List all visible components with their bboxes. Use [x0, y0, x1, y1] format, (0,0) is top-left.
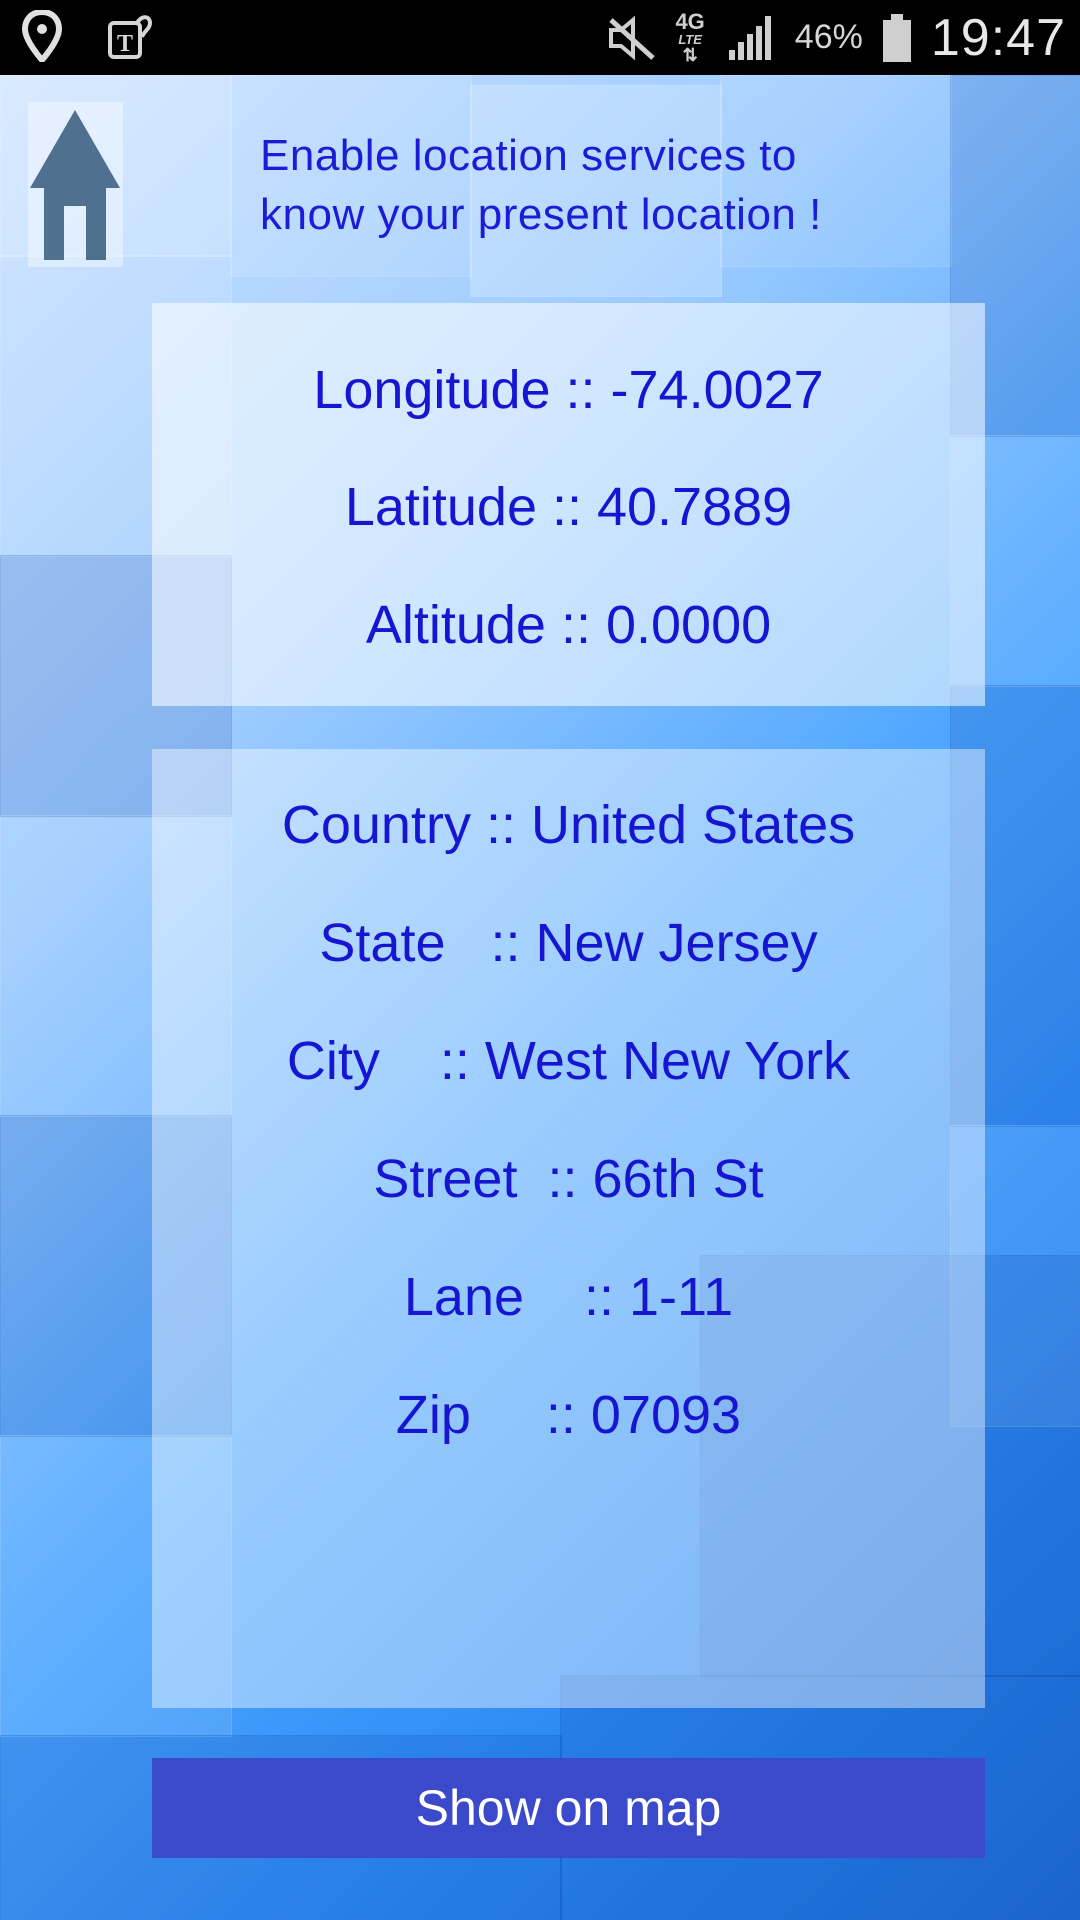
home-button[interactable]: [28, 102, 123, 267]
location-services-message: Enable location services to know your pr…: [260, 126, 960, 244]
coordinates-panel: Longitude :: -74.0027 Latitude :: 40.788…: [152, 303, 985, 706]
city-text: City :: West New York: [286, 1031, 851, 1091]
latitude-text: Latitude :: 40.7889: [344, 477, 793, 537]
message-line-2: know your present location !: [260, 190, 822, 239]
battery-percent: 46%: [794, 18, 863, 56]
street-text: Street :: 66th St: [373, 1149, 764, 1209]
show-on-map-label: Show on map: [415, 1780, 722, 1836]
t-mobile-tag-icon: T: [108, 15, 153, 59]
state-text: State :: New Jersey: [319, 913, 818, 973]
altitude-text: Altitude :: 0.0000: [365, 595, 772, 655]
signal-bars-icon: [728, 15, 771, 60]
svg-text:T: T: [117, 31, 133, 57]
lane-text: Lane :: 1-11: [403, 1267, 734, 1327]
country-text: Country :: United States: [281, 795, 856, 855]
status-bar-right: 4G LTE ⇅ 46% 19:47: [607, 0, 1066, 75]
mute-icon: [609, 15, 656, 60]
zip-text: Zip :: 07093: [395, 1385, 742, 1445]
network-type-label: 4G: [675, 9, 705, 34]
message-line-1: Enable location services to: [260, 131, 797, 180]
status-bar-left: T: [22, 10, 154, 62]
status-clock: 19:47: [930, 8, 1066, 67]
signal-4g-lte-icon: 4G LTE ⇅: [675, 9, 705, 65]
home-icon: [30, 110, 120, 260]
battery-icon: [882, 13, 911, 62]
address-panel: Country :: United States State :: New Je…: [152, 749, 985, 1708]
longitude-text: Longitude :: -74.0027: [313, 360, 824, 420]
location-pin-icon: [22, 10, 62, 62]
show-on-map-button[interactable]: Show on map: [152, 1758, 985, 1858]
status-bar: T 4G LTE ⇅ 46% 19:47: [0, 0, 1080, 75]
